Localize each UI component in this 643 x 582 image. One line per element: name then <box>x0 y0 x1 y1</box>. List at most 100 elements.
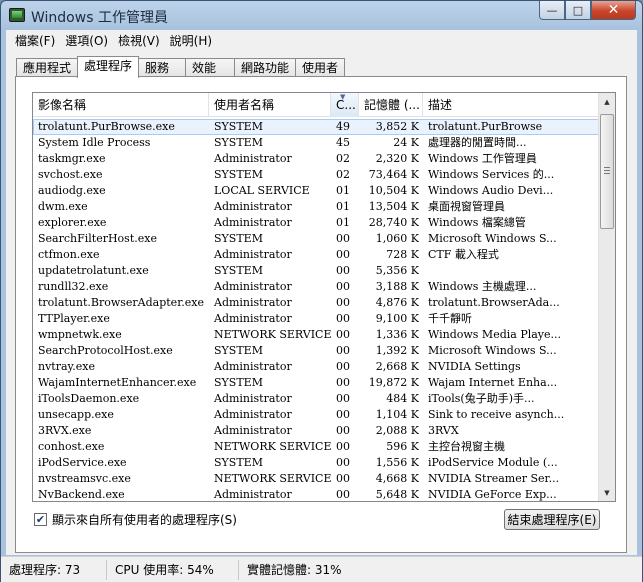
menu-options[interactable]: 選項(O) <box>60 32 113 49</box>
status-bar: 處理程序: 73 CPU 使用率: 54% 實體記憶體: 31% <box>1 556 642 582</box>
table-row[interactable]: SearchFilterHost.exe SYSTEM 00 1,060 K Micro… <box>33 231 599 247</box>
close-button[interactable]: ✕ <box>591 1 636 20</box>
process-memory: 3,852 K <box>375 120 419 133</box>
process-description: 千千靜听 <box>428 312 472 325</box>
process-description: Sink to receive asynch... <box>428 408 565 421</box>
process-memory: 5,648 K <box>375 488 419 501</box>
scroll-thumb[interactable] <box>600 114 614 229</box>
process-cpu: 00 <box>336 312 350 325</box>
scroll-down-arrow-icon[interactable]: ▼ <box>599 484 615 501</box>
process-cpu: 45 <box>336 136 350 149</box>
process-description: CTF 載入程式 <box>428 248 499 261</box>
table-row[interactable]: ctfmon.exe Administrator 00 728 K CTF 載入程式 <box>33 247 599 263</box>
table-row[interactable]: taskmgr.exe Administrator 02 2,320 K Windows… <box>33 151 599 167</box>
scroll-up-arrow-icon[interactable]: ▲ <box>599 93 615 110</box>
end-process-button[interactable]: 結束處理程序(E) <box>504 509 600 530</box>
process-description: Microsoft Windows S... <box>428 232 557 245</box>
table-row[interactable]: nvtray.exe Administrator 00 2,668 K NVIDIA S… <box>33 359 599 375</box>
table-row[interactable]: iPodService.exe SYSTEM 00 1,556 K iPodServic… <box>33 455 599 471</box>
column-cpu[interactable]: ▼ C... <box>331 93 359 117</box>
process-cpu: 00 <box>336 424 350 437</box>
process-user: Administrator <box>214 200 292 213</box>
process-cpu: 00 <box>336 248 350 261</box>
column-description[interactable]: 描述 <box>423 93 599 117</box>
process-memory: 728 K <box>386 248 419 261</box>
tab-applications[interactable]: 應用程式 <box>16 58 79 78</box>
process-description: trolatunt.BrowserAda... <box>428 296 560 309</box>
title-bar[interactable]: Windows 工作管理員 — □ ✕ <box>1 1 642 30</box>
process-description: NVIDIA GeForce Exp... <box>428 488 557 501</box>
table-row[interactable]: trolatunt.BrowserAdapter.exe Administrato… <box>33 295 599 311</box>
process-user: Administrator <box>214 408 292 421</box>
table-row[interactable]: TTPlayer.exe Administrator 00 9,100 K 千千靜听 <box>33 311 599 327</box>
process-user: SYSTEM <box>214 168 263 181</box>
show-all-users-checkbox[interactable]: ✔ <box>34 513 47 526</box>
process-memory: 1,104 K <box>375 408 419 421</box>
process-memory: 4,876 K <box>375 296 419 309</box>
table-row[interactable]: rundll32.exe Administrator 00 3,188 K Window… <box>33 279 599 295</box>
process-description: 處理器的閒置時間... <box>428 136 527 149</box>
table-row[interactable]: audiodg.exe LOCAL SERVICE 01 10,504 K Window… <box>33 183 599 199</box>
table-row[interactable]: NvBackend.exe Administrator 00 5,648 K NVIDI… <box>33 487 599 501</box>
column-memory[interactable]: 記憶體 (... <box>359 93 423 117</box>
table-row[interactable]: svchost.exe SYSTEM 02 73,464 K Windows Servi… <box>33 167 599 183</box>
process-cpu: 00 <box>336 488 350 501</box>
tab-processes[interactable]: 處理程序 <box>77 56 140 78</box>
maximize-button[interactable]: □ <box>565 1 591 20</box>
process-user: Administrator <box>214 296 292 309</box>
process-name: updatetrolatunt.exe <box>38 264 149 277</box>
process-cpu: 00 <box>336 328 350 341</box>
window-title: Windows 工作管理員 <box>31 10 168 26</box>
process-list[interactable]: 影像名稱 使用者名稱 ▼ C... 記憶體 (... 描述 trolatunt.… <box>32 92 616 502</box>
vertical-scrollbar[interactable]: ▲ ▼ <box>598 93 615 501</box>
tab-performance[interactable]: 效能 <box>185 58 236 78</box>
menu-file[interactable]: 檔案(F) <box>10 32 60 49</box>
table-row[interactable]: updatetrolatunt.exe SYSTEM 00 5,356 K <box>33 263 599 279</box>
process-cpu: 01 <box>336 184 350 197</box>
minimize-icon: — <box>546 3 558 17</box>
process-memory: 19,872 K <box>368 376 419 389</box>
menu-help[interactable]: 說明(H) <box>165 32 217 49</box>
process-description: 3RVX <box>428 424 459 437</box>
process-cpu: 00 <box>336 360 350 373</box>
process-cpu: 00 <box>336 376 350 389</box>
menu-bar: 檔案(F) 選項(O) 檢視(V) 說明(H) <box>6 30 637 50</box>
table-row[interactable]: iToolsDaemon.exe Administrator 00 484 K iToo… <box>33 391 599 407</box>
process-cpu: 00 <box>336 280 350 293</box>
tab-networking[interactable]: 網路功能 <box>234 58 297 78</box>
process-rows: trolatunt.PurBrowse.exe SYSTEM 49 3,852 K tr… <box>33 119 599 501</box>
process-name: iToolsDaemon.exe <box>38 392 140 405</box>
column-header: 影像名稱 使用者名稱 ▼ C... 記憶體 (... 描述 <box>33 93 599 117</box>
process-name: taskmgr.exe <box>38 152 106 165</box>
menu-view[interactable]: 檢視(V) <box>113 32 165 49</box>
table-row[interactable]: unsecapp.exe Administrator 00 1,104 K Sink t… <box>33 407 599 423</box>
process-name: SearchFilterHost.exe <box>38 232 157 245</box>
column-image-name[interactable]: 影像名稱 <box>33 93 209 117</box>
process-memory: 13,504 K <box>368 200 419 213</box>
process-description: Windows 檔案總管 <box>428 216 526 229</box>
tab-users[interactable]: 使用者 <box>295 58 346 78</box>
table-row[interactable]: conhost.exe NETWORK SERVICE 00 596 K 主控台視窗主機 <box>33 439 599 455</box>
process-user: Administrator <box>214 392 292 405</box>
table-row[interactable]: SearchProtocolHost.exe SYSTEM 00 1,392 K Mic… <box>33 343 599 359</box>
table-row[interactable]: nvstreamsvc.exe NETWORK SERVICE 00 4,668 K N… <box>33 471 599 487</box>
process-user: Administrator <box>214 360 292 373</box>
task-manager-app-icon <box>9 8 25 22</box>
show-all-users-option[interactable]: ✔ 顯示來自所有使用者的處理程序(S) <box>34 511 237 528</box>
process-description: trolatunt.PurBrowse <box>428 120 543 133</box>
process-memory: 3,188 K <box>375 280 419 293</box>
process-user: SYSTEM <box>214 376 263 389</box>
column-user-name[interactable]: 使用者名稱 <box>209 93 331 117</box>
table-row[interactable]: 3RVX.exe Administrator 00 2,088 K 3RVX <box>33 423 599 439</box>
minimize-button[interactable]: — <box>539 1 565 20</box>
process-name: unsecapp.exe <box>38 408 114 421</box>
process-description: Windows Audio Devi... <box>428 184 554 197</box>
table-row[interactable]: System Idle Process SYSTEM 45 24 K 處理器的閒置時間.… <box>33 135 599 151</box>
table-row[interactable]: trolatunt.PurBrowse.exe SYSTEM 49 3,852 K tr… <box>33 119 599 135</box>
table-row[interactable]: wmpnetwk.exe NETWORK SERVICE 00 1,336 K Wind… <box>33 327 599 343</box>
process-user: Administrator <box>214 312 292 325</box>
table-row[interactable]: WajamInternetEnhancer.exe SYSTEM 00 19,872 … <box>33 375 599 391</box>
tab-services[interactable]: 服務 <box>138 58 187 78</box>
table-row[interactable]: dwm.exe Administrator 01 13,504 K 桌面視窗管理員 <box>33 199 599 215</box>
table-row[interactable]: explorer.exe Administrator 01 28,740 K Windo… <box>33 215 599 231</box>
